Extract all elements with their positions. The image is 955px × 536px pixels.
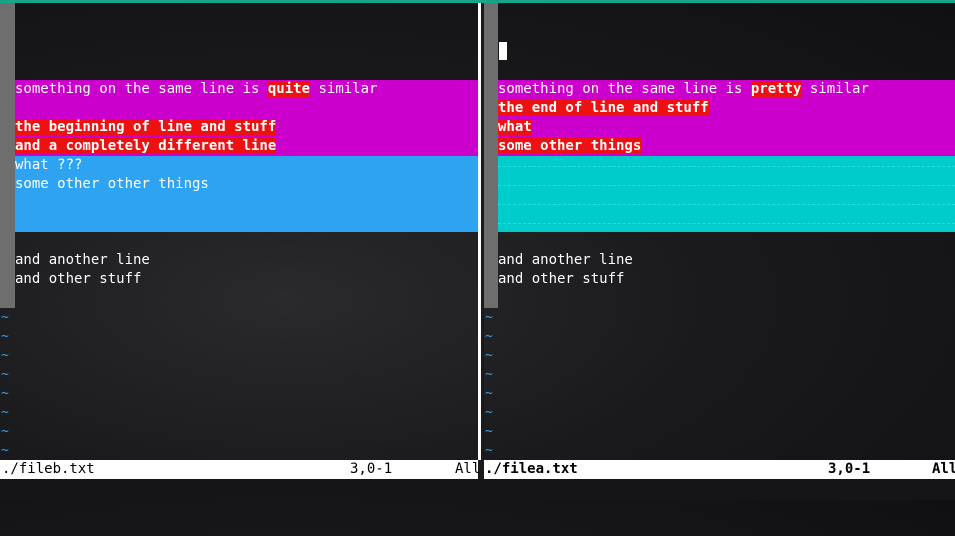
right-status-line[interactable]: ./filea.txt 3,0-1 All bbox=[484, 460, 955, 479]
right-fold-column bbox=[484, 3, 498, 308]
left-line-1-pre: something on the same line is bbox=[15, 81, 268, 97]
right-filler-block bbox=[498, 156, 955, 232]
left-status-filename: ./fileb.txt bbox=[2, 461, 95, 477]
left-line-4-text: what ??? bbox=[15, 157, 83, 173]
left-status-line[interactable]: ./fileb.txt 3,0-1 All bbox=[0, 460, 481, 479]
tilde-marker: ~ bbox=[485, 310, 493, 325]
left-status-position: 3,0-1 bbox=[350, 461, 393, 477]
tilde-marker: ~ bbox=[485, 424, 493, 439]
right-status-filename: ./filea.txt bbox=[485, 461, 578, 477]
left-fold-column bbox=[0, 3, 15, 308]
left-diff-pane[interactable]: something on the same line is quite simi… bbox=[0, 3, 478, 460]
left-line-6[interactable]: and another line bbox=[15, 251, 478, 270]
right-line-3-text: what bbox=[498, 119, 532, 135]
tilde-marker: ~ bbox=[1, 348, 9, 363]
right-line-6[interactable]: and other stuff bbox=[498, 270, 955, 289]
tilde-marker: ~ bbox=[485, 405, 493, 420]
right-line-1-post: similar bbox=[801, 81, 869, 97]
left-line-5-text: some other other things bbox=[15, 176, 209, 192]
left-line-1-post: similar bbox=[310, 81, 378, 97]
tilde-marker: ~ bbox=[485, 386, 493, 401]
right-line-6-text: and other stuff bbox=[498, 271, 625, 287]
left-line-1[interactable]: something on the same line is quite simi… bbox=[15, 80, 478, 99]
left-line-5[interactable]: some other other things bbox=[15, 175, 478, 194]
right-line-2-text: the end of line and stuff bbox=[498, 100, 709, 116]
right-diff-pane[interactable]: something on the same line is pretty sim… bbox=[484, 3, 955, 460]
tilde-marker: ~ bbox=[1, 386, 9, 401]
tilde-marker: ~ bbox=[485, 367, 493, 382]
left-added-blank-line[interactable] bbox=[15, 213, 478, 232]
tilde-marker: ~ bbox=[485, 443, 493, 458]
right-line-1[interactable]: something on the same line is pretty sim… bbox=[498, 80, 955, 99]
right-inline-diff-highlight: pretty bbox=[750, 81, 802, 97]
left-line-6-text: and another line bbox=[15, 252, 150, 268]
left-line-3-text: and a completely different line bbox=[15, 138, 277, 154]
left-line-7[interactable]: and other stuff bbox=[15, 270, 478, 289]
left-blank-changed-line[interactable] bbox=[15, 99, 478, 118]
command-line[interactable] bbox=[0, 479, 955, 500]
right-line-4[interactable]: some other things bbox=[498, 137, 955, 156]
left-added-blank-line[interactable] bbox=[15, 194, 478, 213]
right-line-1-pre: something on the same line is bbox=[498, 81, 751, 97]
tilde-marker: ~ bbox=[1, 424, 9, 439]
tilde-marker: ~ bbox=[1, 310, 9, 325]
tilde-marker: ~ bbox=[1, 405, 9, 420]
tilde-marker: ~ bbox=[1, 367, 9, 382]
right-line-4-text: some other things bbox=[498, 138, 642, 154]
right-status-position: 3,0-1 bbox=[828, 461, 871, 477]
left-status-scroll: All bbox=[455, 461, 481, 477]
left-line-7-text: and other stuff bbox=[15, 271, 142, 287]
left-line-4[interactable]: what ??? bbox=[15, 156, 478, 175]
filler-line bbox=[498, 204, 955, 205]
text-cursor bbox=[499, 42, 507, 60]
right-line-5-text: and another line bbox=[498, 252, 633, 268]
right-line-2[interactable]: the end of line and stuff bbox=[498, 99, 955, 118]
filler-line bbox=[498, 185, 955, 186]
left-line-2-text: the beginning of line and stuff bbox=[15, 119, 277, 135]
tilde-marker: ~ bbox=[1, 329, 9, 344]
right-line-3[interactable]: what bbox=[498, 118, 955, 137]
right-line-5[interactable]: and another line bbox=[498, 251, 955, 270]
right-status-scroll: All bbox=[932, 461, 955, 477]
filler-line bbox=[498, 166, 955, 167]
tilde-marker: ~ bbox=[485, 348, 493, 363]
tilde-marker: ~ bbox=[485, 329, 493, 344]
filler-line bbox=[498, 223, 955, 224]
left-inline-diff-highlight: quite bbox=[267, 81, 311, 97]
tilde-marker: ~ bbox=[1, 443, 9, 458]
left-line-2[interactable]: the beginning of line and stuff bbox=[15, 118, 478, 137]
left-line-3[interactable]: and a completely different line bbox=[15, 137, 478, 156]
